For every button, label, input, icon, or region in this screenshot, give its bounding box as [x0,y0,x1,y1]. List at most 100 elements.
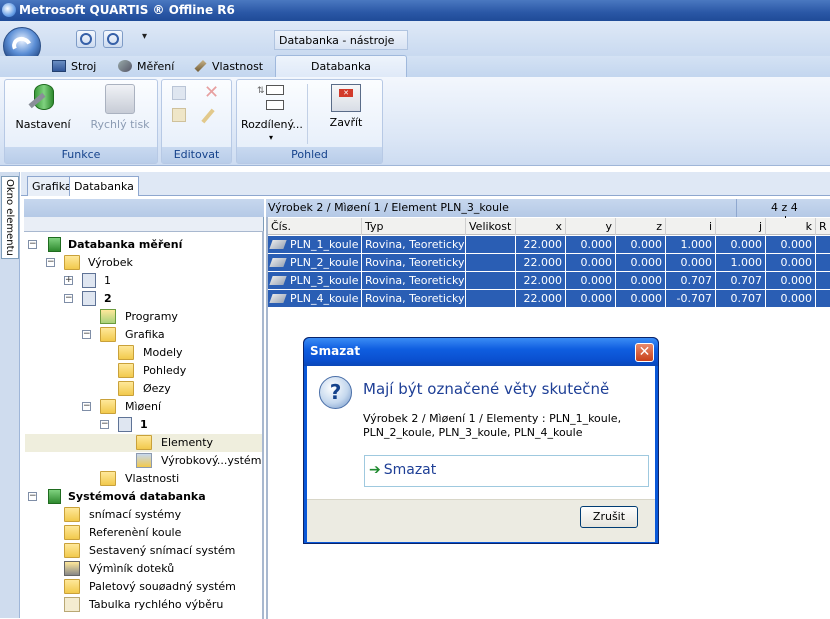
cell-value: 22.000 [523,256,563,269]
folder-icon [64,579,80,594]
column-header[interactable]: y [566,218,616,235]
edit-pencil-icon[interactable] [201,108,215,124]
window-title: Metrosoft QUARTIS ® Offline R6 [19,3,235,17]
table-cell [466,236,516,253]
table-cell [466,290,516,307]
cell-value: Rovina, Teoreticky [365,292,465,305]
cell-value: 0.000 [630,274,663,287]
column-header[interactable]: k [766,218,816,235]
delete-icon[interactable]: ✕ [204,82,219,103]
collapse-icon[interactable]: − [64,294,73,303]
dialog-title-bar: Smazat [304,338,658,366]
programs-icon [100,309,116,324]
sections-icon [118,381,134,396]
title-bar: Metrosoft QUARTIS ® Offline R6 [0,0,830,21]
table-cell: 1.000 [666,236,716,253]
table-cell: PLN_1_koule [268,236,362,253]
zoom-fit-icon[interactable] [103,30,123,48]
table-cell: PLN_2_koule [268,254,362,271]
tab-stroj[interactable]: Stroj [52,58,96,77]
grid-path: Výrobek 2 / Mìøení 1 / Element PLN_3_kou… [268,201,509,214]
collapse-icon[interactable]: − [46,258,55,267]
tab-label: Měření [137,60,175,73]
delete-command-link[interactable]: ➔ Smazat [364,455,649,487]
column-header[interactable]: x [516,218,566,235]
tab-label: Stroj [71,60,97,73]
column-header[interactable]: R [816,218,830,235]
cell-value: -0.707 [676,292,712,305]
column-header[interactable]: i [666,218,716,235]
customize-toolbar-chevron-icon[interactable]: ▾ [142,31,147,42]
folder-icon [64,543,80,558]
table-row[interactable]: PLN_4_koule Rovina, Teoreticky 22.000 0.000… [268,290,830,307]
quick-print-button[interactable]: Rychlý tisk [87,84,153,131]
copy-icon[interactable] [172,86,186,100]
cell-value: 0.707 [680,274,713,287]
dialog-close-button[interactable]: ✕ [635,343,654,362]
collapse-icon[interactable]: − [82,402,91,411]
group-label: Editovat [162,147,231,163]
table-cell [466,272,516,289]
cancel-button[interactable]: Zrušit [580,506,638,528]
chevron-down-icon: ▾ [268,133,273,142]
column-header[interactable]: Čís. [268,218,362,235]
table-row[interactable]: PLN_1_koule Rovina, Teoreticky 22.000 0.000… [268,236,830,253]
column-header[interactable]: j [716,218,766,235]
expand-icon[interactable]: + [64,276,73,285]
quick-access-toolbar [0,21,830,57]
cell-value: 0.000 [580,238,613,251]
collapse-icon[interactable]: − [100,420,109,429]
cell-value: 0.000 [580,274,613,287]
table-cell: Rovina, Teoreticky [362,290,466,307]
column-header[interactable]: Typ [362,218,466,235]
plane-element-icon [269,276,287,285]
column-header[interactable]: Velikost [466,218,516,235]
cell-value: PLN_3_koule [290,274,359,287]
split-view-button[interactable]: ⇅ Rozdílený... ▾ [241,84,303,142]
table-cell: 0.000 [566,236,616,253]
column-header[interactable]: z [616,218,666,235]
cell-value: 0.000 [780,256,813,269]
table-row[interactable]: PLN_2_koule Rovina, Teoreticky 22.000 0.000… [268,254,830,271]
cell-value: 0.000 [630,238,663,251]
table-cell: 0.000 [616,290,666,307]
cell-value: 22.000 [523,238,563,251]
side-panel-strip: Okno elementu [0,172,20,618]
tab-databanka[interactable]: Databanka [275,55,407,77]
cell-value: 0.000 [680,256,713,269]
cell-value: 0.000 [780,274,813,287]
cell-value: 0.000 [580,292,613,305]
database-icon [48,237,61,252]
paste-icon[interactable] [172,108,186,122]
collapse-icon[interactable]: − [82,330,91,339]
close-view-button[interactable]: ✕ Zavřít [321,84,371,129]
tab-databanka-content[interactable]: Databanka [69,176,139,196]
settings-button[interactable]: Nastavení [15,84,71,131]
dialog-description: Výrobek 2 / Mìøení 1 / Elementy : PLN_1_… [363,412,622,439]
measure-icon [118,60,132,72]
tab-label: Databanka [311,60,371,73]
table-row[interactable]: PLN_3_koule Rovina, Teoreticky 22.000 0.000… [268,272,830,289]
cell-value: 0.000 [580,256,613,269]
close-window-icon: ✕ [331,84,361,112]
tab-mereni[interactable]: Měření [118,58,174,77]
settings-icon [28,84,58,114]
cell-value: 1.000 [730,256,763,269]
dialog-heading: Mají být označené věty skutečně [363,380,610,398]
close-view-label: Zavřít [329,116,363,129]
tab-vlastnost[interactable]: Vlastnost [194,58,263,77]
tab-element-window[interactable]: Okno elementu [1,176,19,259]
table-cell: 0.000 [766,236,816,253]
table-cell: 0.000 [716,236,766,253]
cell-value: 0.000 [780,292,813,305]
zoom-icon[interactable] [76,30,96,48]
group-label: Pohled [237,147,382,163]
context-tab-databank-tools: Databanka - nástroje [274,30,408,50]
machine-icon [52,60,66,72]
collapse-icon[interactable]: − [28,240,37,249]
collapse-icon[interactable]: − [28,492,37,501]
cell-value: 0.707 [730,292,763,305]
cell-value: PLN_4_koule [290,292,359,305]
cell-value: Rovina, Teoreticky [365,238,465,251]
cell-value: Rovina, Teoreticky [365,274,465,287]
